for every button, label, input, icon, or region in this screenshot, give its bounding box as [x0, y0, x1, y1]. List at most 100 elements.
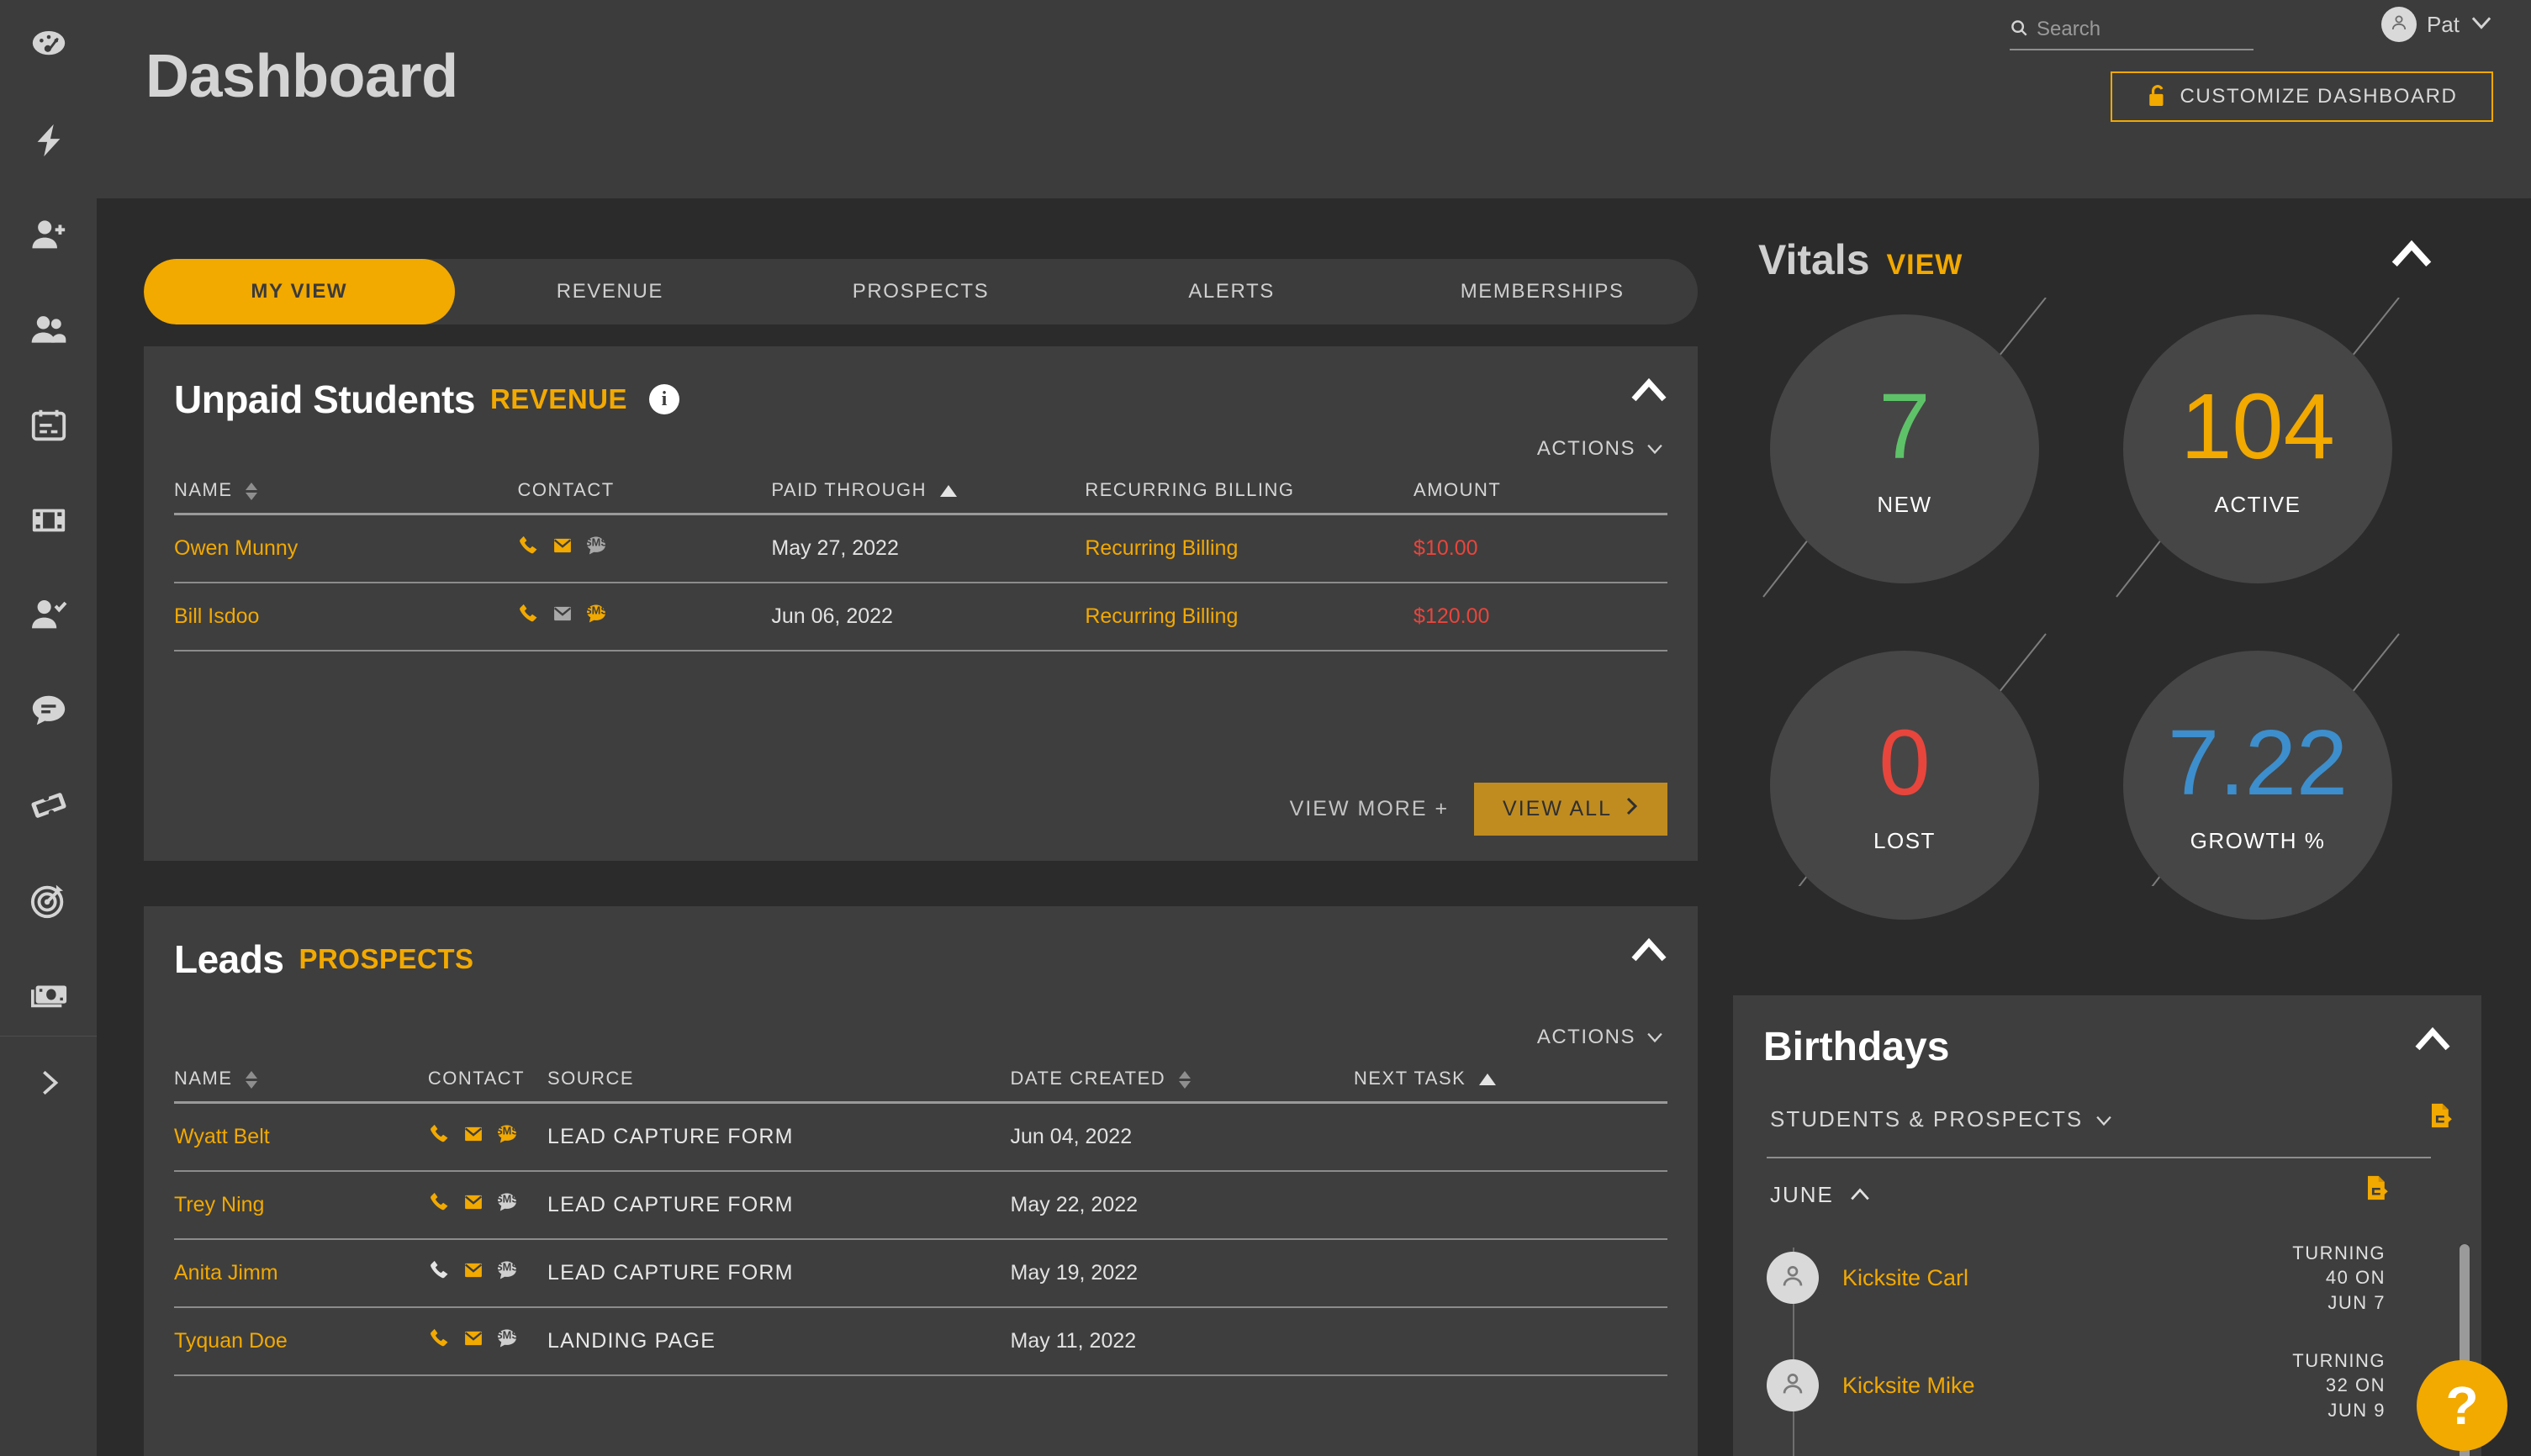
vitals-view-link[interactable]: VIEW	[1887, 249, 1963, 282]
birthday-row[interactable]: TURNING	[1767, 1439, 2406, 1456]
sidebar-item-events[interactable]	[0, 760, 97, 855]
student-name-link[interactable]: Bill Isdoo	[174, 604, 259, 628]
birthday-row[interactable]: Kicksite CarlTURNING40 ONJUN 7	[1767, 1224, 2406, 1332]
sidebar-item-calendar[interactable]	[0, 380, 97, 475]
table-row[interactable]: Tyquan DoeSMSLANDING PAGEMay 11, 2022	[174, 1307, 1667, 1375]
birthday-name-link[interactable]: Kicksite Carl	[1842, 1265, 1968, 1291]
sms-icon[interactable]: SMS	[584, 602, 608, 631]
phone-icon[interactable]	[428, 1190, 452, 1220]
sidebar-item-attendance[interactable]	[0, 570, 97, 665]
phone-icon[interactable]	[517, 534, 541, 563]
vital-active[interactable]: 104 ACTIVE	[2123, 314, 2392, 583]
actions-dropdown[interactable]: ACTIONS	[1537, 437, 1664, 461]
table-row[interactable]: Owen Munny SMS May 27, 2022 Recurring Bi…	[174, 514, 1667, 583]
chevron-up-icon[interactable]	[2412, 1026, 2453, 1058]
column-date-created[interactable]: DATE CREATED	[1011, 1063, 1354, 1103]
lead-name-link[interactable]: Anita Jimm	[174, 1261, 278, 1285]
sidebar-expand-button[interactable]	[0, 1042, 97, 1126]
sidebar-item-add-prospect[interactable]	[0, 190, 97, 285]
tab-memberships[interactable]: MEMBERSHIPS	[1387, 259, 1698, 324]
email-icon[interactable]	[462, 1190, 485, 1220]
chevron-up-icon[interactable]	[1629, 377, 1669, 409]
info-icon[interactable]: i	[649, 384, 679, 414]
lead-date-created: May 19, 2022	[1011, 1239, 1354, 1307]
sms-icon[interactable]: SMS	[495, 1258, 519, 1288]
table-row[interactable]: Anita JimmSMSLEAD CAPTURE FORMMay 19, 20…	[174, 1239, 1667, 1307]
birthday-name-link[interactable]: Kicksite Mike	[1842, 1373, 1975, 1399]
column-name[interactable]: NAME	[174, 474, 517, 514]
email-icon[interactable]	[551, 534, 574, 563]
customize-dashboard-button[interactable]: CUSTOMIZE DASHBOARD	[2111, 71, 2493, 122]
sidebar-item-students[interactable]	[0, 285, 97, 380]
sort-arrows-icon[interactable]	[246, 1071, 257, 1089]
vital-new[interactable]: 7 NEW	[1770, 314, 2039, 583]
table-row[interactable]: Bill Isdoo SMS Jun 06, 2022 Recurring Bi…	[174, 583, 1667, 651]
birthdays-filter-dropdown[interactable]: STUDENTS & PROSPECTS	[1770, 1106, 2113, 1132]
export-file-icon[interactable]	[2428, 1101, 2456, 1134]
recurring-billing-link[interactable]: Recurring Billing	[1085, 536, 1238, 560]
column-label: NAME	[174, 479, 233, 500]
view-all-button[interactable]: VIEW ALL	[1474, 783, 1667, 836]
sidebar-item-media[interactable]	[0, 475, 97, 570]
vital-growth[interactable]: 7.22 GROWTH %	[2123, 651, 2392, 920]
top-bar: Dashboard Pat CUSTOMIZE DASHBOARD	[97, 0, 2531, 198]
column-source: SOURCE	[547, 1063, 1011, 1103]
sms-icon[interactable]: SMS	[584, 534, 608, 563]
email-icon[interactable]	[462, 1327, 485, 1356]
search-box[interactable]	[2010, 10, 2254, 50]
sidebar-item-dashboard[interactable]	[0, 0, 97, 95]
sms-icon[interactable]: SMS	[495, 1122, 519, 1152]
column-paid-through[interactable]: PAID THROUGH	[771, 474, 1085, 514]
contact-icons: SMS	[517, 534, 771, 563]
vital-value: 0	[1878, 717, 1930, 810]
view-more-button[interactable]: VIEW MORE +	[1290, 797, 1449, 821]
chevron-up-icon[interactable]	[1629, 936, 1669, 969]
birthdays-month-toggle[interactable]: JUNE	[1770, 1182, 1871, 1208]
vital-lost[interactable]: 0 LOST	[1770, 651, 2039, 920]
sort-arrows-icon[interactable]	[246, 483, 257, 500]
sms-icon[interactable]: SMS	[495, 1327, 519, 1356]
table-row[interactable]: Wyatt BeltSMSLEAD CAPTURE FORMJun 04, 20…	[174, 1103, 1667, 1172]
lead-name-link[interactable]: Tyquan Doe	[174, 1329, 288, 1353]
birthday-row[interactable]: Kicksite MikeTURNING32 ONJUN 9	[1767, 1332, 2406, 1439]
sidebar-item-quick-actions[interactable]	[0, 95, 97, 190]
actions-dropdown[interactable]: ACTIONS	[1537, 1026, 1664, 1049]
help-button[interactable]: ?	[2417, 1360, 2507, 1451]
student-name-link[interactable]: Owen Munny	[174, 536, 298, 560]
search-input[interactable]	[2037, 18, 2238, 41]
tab-alerts[interactable]: ALERTS	[1076, 259, 1387, 324]
unpaid-students-card: Unpaid Students REVENUE i ACTIONS NAME	[144, 346, 1698, 861]
email-icon[interactable]	[462, 1258, 485, 1288]
user-menu[interactable]: Pat	[2381, 7, 2493, 42]
paid-through-value: Jun 06, 2022	[771, 583, 1085, 651]
chevron-up-icon[interactable]	[2389, 239, 2434, 275]
svg-text:SMS: SMS	[495, 1125, 519, 1137]
sort-arrows-icon[interactable]	[1179, 1071, 1191, 1089]
column-recurring-billing: RECURRING BILLING	[1085, 474, 1413, 514]
phone-icon[interactable]	[428, 1258, 452, 1288]
email-icon[interactable]	[551, 602, 574, 631]
tab-revenue[interactable]: REVENUE	[455, 259, 766, 324]
phone-icon[interactable]	[428, 1122, 452, 1152]
column-name[interactable]: NAME	[174, 1063, 428, 1103]
column-next-task[interactable]: NEXT TASK	[1354, 1063, 1667, 1103]
lead-name-link[interactable]: Wyatt Belt	[174, 1125, 270, 1148]
table-row[interactable]: Trey NingSMSLEAD CAPTURE FORMMay 22, 202…	[174, 1171, 1667, 1239]
sort-asc-icon[interactable]	[940, 485, 957, 497]
tab-prospects[interactable]: PROSPECTS	[765, 259, 1076, 324]
lead-name-link[interactable]: Trey Ning	[174, 1193, 264, 1216]
recurring-billing-link[interactable]: Recurring Billing	[1085, 604, 1238, 628]
sms-icon[interactable]: SMS	[495, 1190, 519, 1220]
chat-bubble-icon	[29, 691, 68, 734]
phone-icon[interactable]	[428, 1327, 452, 1356]
sidebar-item-billing[interactable]	[0, 950, 97, 1045]
sidebar-item-goals[interactable]	[0, 855, 97, 950]
sort-asc-icon[interactable]	[1479, 1074, 1496, 1085]
sidebar-item-messages[interactable]	[0, 665, 97, 760]
export-file-icon[interactable]	[2364, 1174, 2392, 1206]
tab-my-view[interactable]: MY VIEW	[144, 259, 455, 324]
ticket-icon	[29, 786, 68, 829]
email-icon[interactable]	[462, 1122, 485, 1152]
phone-icon[interactable]	[517, 602, 541, 631]
unpaid-card-footer: VIEW MORE + VIEW ALL	[1290, 783, 1667, 836]
